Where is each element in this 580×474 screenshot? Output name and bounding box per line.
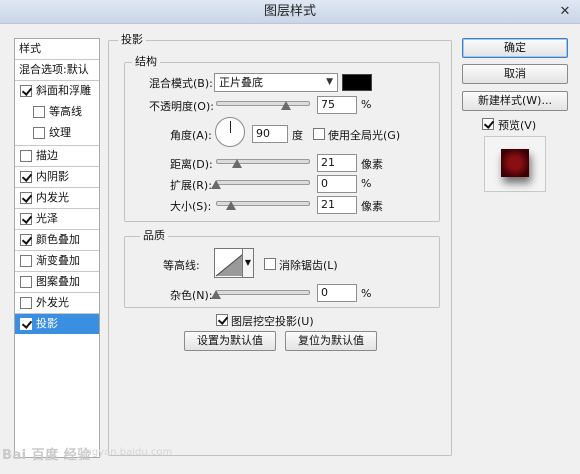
style-item-bevel-emboss[interactable]: 斜面和浮雕 — [15, 81, 99, 101]
style-item-stroke[interactable]: 描边 — [15, 146, 99, 166]
opacity-slider-thumb[interactable] — [281, 101, 291, 110]
style-checkbox[interactable] — [20, 276, 32, 288]
spread-label: 扩展(R): — [170, 179, 212, 192]
angle-unit: 度 — [292, 129, 303, 142]
style-checkbox[interactable] — [20, 192, 32, 204]
quality-title: 品质 — [140, 229, 168, 243]
spread-slider[interactable] — [216, 180, 310, 185]
size-label: 大小(S): — [170, 200, 212, 213]
noise-input[interactable]: 0 — [317, 284, 357, 302]
style-item-label: 外发光 — [36, 296, 69, 309]
cancel-button[interactable]: 取消 — [462, 64, 568, 84]
antialias-label[interactable]: 消除锯齿(L) — [279, 257, 338, 273]
style-item-inner-glow[interactable]: 内发光 — [15, 188, 99, 208]
size-slider-thumb[interactable] — [226, 201, 236, 210]
preview-swatch — [501, 149, 529, 177]
distance-unit: 像素 — [361, 158, 383, 171]
chevron-down-icon: ▼ — [326, 77, 333, 87]
spread-slider-thumb[interactable] — [211, 180, 221, 189]
opacity-label: 不透明度(O): — [149, 100, 214, 113]
style-item-label: 投影 — [36, 317, 58, 330]
baidu-watermark-url: jingyan.baidu.com — [80, 447, 173, 458]
noise-unit: % — [361, 287, 372, 300]
opacity-slider[interactable] — [216, 101, 310, 106]
new-style-button[interactable]: 新建样式(W)... — [462, 91, 568, 111]
window-title: 图层样式 — [263, 4, 316, 19]
style-checkbox[interactable] — [20, 85, 32, 97]
style-item-label: 内发光 — [36, 191, 69, 204]
preview-checkbox[interactable] — [482, 118, 494, 130]
style-item-label: 斜面和浮雕 — [36, 84, 91, 97]
style-item-label: 等高线 — [49, 105, 82, 118]
blend-options-default[interactable]: 混合选项:默认 — [15, 60, 99, 80]
style-item-contour[interactable]: 等高线 — [15, 102, 99, 122]
noise-label: 杂色(N): — [170, 289, 213, 302]
ok-button[interactable]: 确定 — [462, 38, 568, 58]
baidu-watermark: Bai 百度 经验 — [2, 448, 91, 463]
noise-slider[interactable] — [216, 290, 310, 295]
blend-mode-label: 混合模式(B): — [149, 77, 213, 90]
style-item-texture[interactable]: 纹理 — [15, 123, 99, 143]
angle-input[interactable]: 90 — [252, 125, 288, 143]
spread-unit: % — [361, 177, 372, 190]
style-checkbox[interactable] — [20, 213, 32, 225]
style-checkbox[interactable] — [20, 297, 32, 309]
title-bar: 图层样式 — [0, 0, 580, 24]
size-unit: 像素 — [361, 200, 383, 213]
close-icon[interactable]: ✕ — [556, 3, 574, 20]
style-checkbox[interactable] — [20, 255, 32, 267]
global-light-checkbox[interactable] — [313, 128, 325, 140]
shadow-color-swatch[interactable] — [342, 74, 372, 91]
style-item-label: 内阴影 — [36, 170, 69, 183]
style-checkbox[interactable] — [20, 150, 32, 162]
style-list: 样式 混合选项:默认 斜面和浮雕 等高线 纹理 描边 内阴影 内发光 光泽 颜色… — [14, 38, 100, 458]
style-checkbox[interactable] — [33, 106, 45, 118]
contour-label: 等高线: — [163, 259, 200, 272]
blend-mode-value: 正片叠底 — [219, 76, 263, 89]
angle-dial[interactable] — [215, 117, 245, 147]
style-item-label: 图案叠加 — [36, 275, 80, 288]
angle-needle-icon — [230, 121, 231, 133]
style-checkbox[interactable] — [20, 234, 32, 246]
preview-label[interactable]: 预览(V) — [498, 117, 536, 133]
global-light-label[interactable]: 使用全局光(G) — [328, 127, 400, 143]
angle-label: 角度(A): — [170, 129, 212, 142]
style-item-satin[interactable]: 光泽 — [15, 209, 99, 229]
blend-mode-select[interactable]: 正片叠底 ▼ — [214, 73, 338, 92]
distance-slider[interactable] — [216, 159, 310, 164]
opacity-input[interactable]: 75 — [317, 96, 357, 114]
distance-input[interactable]: 21 — [317, 154, 357, 172]
size-input[interactable]: 21 — [317, 196, 357, 214]
style-item-label: 颜色叠加 — [36, 233, 80, 246]
distance-label: 距离(D): — [170, 158, 213, 171]
style-item-pattern-overlay[interactable]: 图案叠加 — [15, 272, 99, 292]
style-item-label: 纹理 — [49, 126, 71, 139]
style-item-label: 渐变叠加 — [36, 254, 80, 267]
style-item-color-overlay[interactable]: 颜色叠加 — [15, 230, 99, 250]
reset-default-button[interactable]: 复位为默认值 — [285, 331, 377, 351]
style-item-label: 描边 — [36, 149, 58, 162]
style-item-label: 光泽 — [36, 212, 58, 225]
style-item-drop-shadow[interactable]: 投影 — [15, 314, 99, 334]
style-checkbox[interactable] — [20, 171, 32, 183]
noise-slider-thumb[interactable] — [211, 290, 221, 299]
preview-thumbnail — [484, 136, 546, 192]
structure-title: 结构 — [132, 55, 160, 69]
style-item-gradient-overlay[interactable]: 渐变叠加 — [15, 251, 99, 271]
knockout-checkbox[interactable] — [216, 314, 228, 326]
style-checkbox[interactable] — [20, 318, 32, 330]
style-item-outer-glow[interactable]: 外发光 — [15, 293, 99, 313]
set-default-button[interactable]: 设置为默认值 — [184, 331, 276, 351]
spread-input[interactable]: 0 — [317, 175, 357, 193]
knockout-label[interactable]: 图层挖空投影(U) — [231, 313, 314, 329]
antialias-checkbox[interactable] — [264, 258, 276, 270]
style-checkbox[interactable] — [33, 127, 45, 139]
style-list-header: 样式 — [19, 42, 41, 55]
style-item-inner-shadow[interactable]: 内阴影 — [15, 167, 99, 187]
opacity-unit: % — [361, 98, 372, 111]
contour-dropdown-arrow-icon[interactable]: ▼ — [242, 248, 254, 278]
distance-slider-thumb[interactable] — [232, 159, 242, 168]
drop-shadow-title: 投影 — [118, 33, 146, 47]
